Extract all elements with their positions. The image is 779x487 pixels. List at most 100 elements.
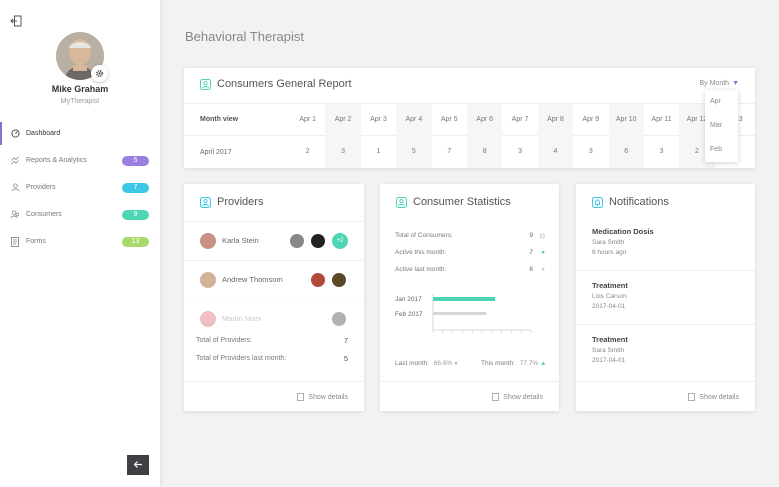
card-footer: Show details [184, 381, 364, 411]
more-count-badge[interactable]: +2 [332, 233, 348, 249]
report-icon [200, 78, 211, 90]
dropdown-option[interactable]: Apr [705, 90, 738, 114]
stat-active-this-month: Active this month: 7 ● [395, 249, 545, 256]
column-header: Apr 11 [651, 115, 672, 123]
list-item[interactable]: Karla Stein +2 [184, 221, 364, 259]
column-header: Apr 2 [325, 103, 361, 136]
notification-title: Treatment [592, 335, 628, 344]
page-title: Behavioral Therapist [185, 29, 304, 44]
sidebar-item-dashboard[interactable]: Dashboard [0, 120, 160, 147]
show-details-label: Show details [699, 393, 739, 401]
avatar [332, 312, 346, 326]
report-title-text: Consumers General Report [217, 78, 352, 90]
gear-icon[interactable] [91, 65, 108, 82]
last-month-label: Total of Providers last month: [196, 355, 287, 362]
grey-dot-icon: ● [541, 266, 545, 273]
column-header: Apr 5 [440, 115, 458, 123]
table-cell: 2 [305, 148, 310, 155]
forms-icon [10, 236, 20, 247]
notification-time: 2017-04-01 [592, 303, 626, 310]
table-cell: 1 [376, 148, 381, 155]
stat-label: Total of Consumers: [395, 232, 453, 239]
notification-item[interactable]: Treatment Lois Carson 2017-04-01 [576, 271, 755, 325]
show-details-link[interactable]: Show details [297, 393, 348, 401]
provider-totals: Total of Providers: 7 Total of Providers… [184, 332, 364, 368]
show-details-link[interactable]: Show details [492, 393, 543, 401]
stat-value: 6 [529, 266, 533, 273]
bar-jan-2017 [433, 297, 496, 301]
bar-feb-2017 [433, 312, 487, 315]
dropdown-option[interactable]: Feb [705, 138, 738, 162]
user-card-icon [200, 196, 211, 208]
table-cell: 3 [325, 136, 361, 168]
notification-item[interactable]: Treatment Sara Smith 2017-04-01 [576, 325, 755, 379]
stats-title-text: Consumer Statistics [413, 196, 511, 208]
avatar [311, 273, 325, 287]
provider-name: Martin Marx [222, 314, 262, 323]
user-role: MyTherapist [60, 98, 100, 105]
collapse-sidebar-button[interactable] [127, 455, 149, 475]
notification-author: Lois Carson [592, 293, 627, 300]
compare-label: Last month: [395, 360, 429, 367]
stats-icon [396, 196, 407, 208]
sidebar-item-label: Consumers [26, 211, 62, 218]
list-item[interactable]: Andrew Thomsom [184, 260, 364, 298]
notification-item[interactable]: Medication Dosis Sara Smith 8 hours ago [576, 217, 755, 271]
sidebar: Mike Graham MyTherapist Dashboard Report… [0, 0, 160, 487]
card-title: Consumers General Report [200, 78, 352, 90]
sidebar-item-forms[interactable]: Forms 13 [0, 228, 160, 255]
reports-icon [10, 156, 20, 166]
arrow-left-icon [133, 456, 143, 474]
notification-title: Medication Dosis [592, 227, 654, 236]
table-cell: 4 [537, 136, 574, 168]
avatar [332, 273, 346, 287]
dropdown-option[interactable]: Mar [705, 114, 738, 138]
count-badge: 7 [122, 182, 149, 193]
notification-time: 2017-04-01 [592, 357, 626, 364]
card-footer: Show details [576, 381, 755, 411]
show-details-link[interactable]: Show details [688, 393, 739, 401]
notifications-card: Notifications Medication Dosis Sara Smit… [576, 184, 755, 411]
total-providers-line: Total of Providers: 7 [184, 332, 364, 350]
count-badge: 9 [122, 209, 149, 220]
logout-icon[interactable] [10, 14, 24, 28]
notification-author: Sara Smith [592, 239, 625, 246]
column-header: Apr 4 [396, 103, 432, 136]
consumers-icon [10, 210, 20, 220]
sidebar-item-consumers[interactable]: Consumers 9 [0, 201, 160, 228]
table-cell: 3 [659, 148, 664, 155]
sidebar-item-providers[interactable]: Providers 7 [0, 174, 160, 201]
compare-value: 77.7% [519, 360, 539, 367]
table-cell: 3 [518, 148, 522, 155]
total-label: Total of Providers: [196, 337, 253, 344]
avatar [200, 310, 216, 327]
general-report-card: Consumers General Report By Month ▼ Month… [184, 68, 755, 168]
by-month-label: By Month [699, 80, 730, 87]
row-label: April 2017 [200, 148, 232, 156]
provider-name: Karla Stein [222, 236, 259, 245]
table-cell: 7 [447, 148, 452, 155]
grey-dot-icon: ● [454, 360, 458, 367]
user-name: Mike Graham [51, 84, 109, 94]
table-cell: 5 [396, 136, 432, 168]
notification-title: Treatment [592, 281, 628, 290]
last-month-providers-line: Total of Providers last month: 5 [184, 350, 364, 368]
column-header: Apr 6 [466, 103, 503, 136]
stat-total-consumers: Total of Consumers: 9 ⊡ [395, 232, 545, 240]
column-header: Apr 8 [537, 103, 574, 136]
this-month-compare: This month: 77.7% ▲ [481, 360, 546, 367]
card-title: Providers [200, 196, 263, 208]
user-icon [10, 183, 20, 193]
count-badge: 13 [122, 236, 149, 247]
by-month-select[interactable]: By Month ▼ [699, 80, 739, 87]
sidebar-item-label: Forms [26, 238, 46, 245]
table-cell: 3 [588, 148, 593, 155]
column-header: Apr 9 [582, 115, 600, 123]
column-header: Apr 1 [299, 115, 317, 123]
total-value: 7 [343, 336, 348, 345]
caret-down-icon: ▼ [732, 80, 739, 87]
bell-icon [592, 196, 603, 208]
notification-author: Sara Smith [592, 347, 625, 354]
dashboard-icon [10, 129, 20, 139]
sidebar-item-reports[interactable]: Reports & Analytics 5 [0, 147, 160, 174]
